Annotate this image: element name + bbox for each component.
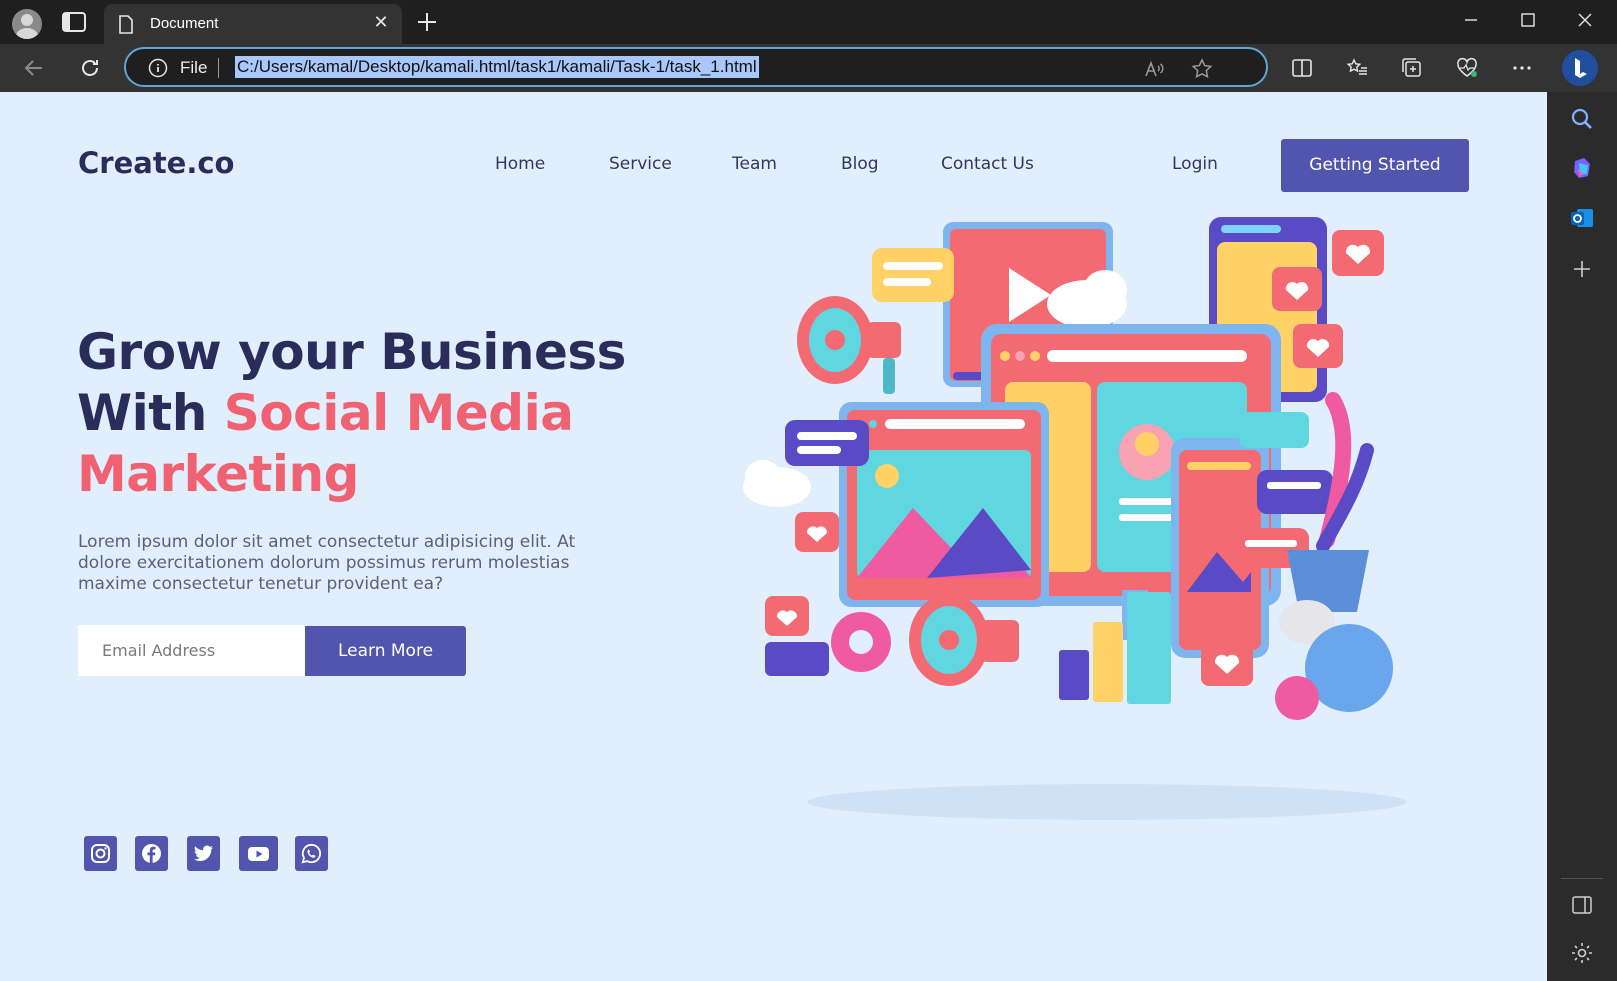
facebook-icon: [142, 844, 161, 863]
document-icon: [119, 15, 133, 34]
search-icon[interactable]: [1569, 106, 1595, 132]
email-field[interactable]: [78, 625, 306, 676]
favorites-icon[interactable]: [1345, 56, 1369, 80]
whatsapp-link[interactable]: [295, 836, 328, 871]
browser-tab[interactable]: Document ✕: [104, 4, 402, 44]
nav-blog[interactable]: Blog: [841, 154, 879, 174]
url-text[interactable]: C:/Users/kamal/Desktop/kamali.html/task1…: [235, 56, 759, 78]
sidebar-divider: [1561, 878, 1603, 879]
info-icon[interactable]: [148, 58, 168, 78]
twitter-icon: [194, 845, 213, 862]
outlook-icon[interactable]: [1569, 205, 1595, 231]
browser-essentials-icon[interactable]: [1455, 56, 1479, 80]
copilot-bing-icon[interactable]: [1561, 49, 1599, 87]
tab-title: Document: [150, 15, 219, 32]
hero-heading-plain: With: [77, 384, 224, 442]
edge-sidebar: [1547, 92, 1617, 981]
maximize-icon[interactable]: [1505, 4, 1551, 36]
more-options-icon[interactable]: [1510, 56, 1534, 80]
nav-contact-us[interactable]: Contact Us: [941, 154, 1034, 174]
social-media-illustration: [743, 217, 1407, 820]
favorite-star-icon[interactable]: [1190, 57, 1214, 81]
getting-started-button[interactable]: Getting Started: [1281, 139, 1469, 192]
address-scheme: File: [180, 58, 208, 77]
web-page: Create.co Home Service Team Blog Contact…: [0, 92, 1547, 981]
hero-heading-line-3: Marketing: [77, 445, 359, 503]
browser-toolbar: File C:/Users/kamal/Desktop/kamali.html/…: [0, 44, 1617, 92]
back-icon[interactable]: [22, 56, 46, 80]
whatsapp-icon: [301, 843, 321, 864]
address-separator: [218, 58, 219, 78]
tab-actions-icon[interactable]: [62, 12, 86, 32]
learn-more-button[interactable]: Learn More: [305, 626, 466, 676]
hero-heading: Grow your Business With Social Media Mar…: [77, 322, 626, 505]
hero-heading-highlight: Social Media: [223, 384, 574, 442]
new-tab-icon[interactable]: [414, 9, 440, 35]
tab-close-icon[interactable]: ✕: [372, 14, 390, 32]
hero-paragraph: Lorem ipsum dolor sit amet consectetur a…: [78, 532, 576, 594]
hide-sidebar-icon[interactable]: [1569, 892, 1595, 918]
youtube-link[interactable]: [239, 836, 278, 871]
settings-gear-icon[interactable]: [1569, 940, 1595, 966]
site-logo[interactable]: Create.co: [78, 146, 234, 180]
profile-avatar-icon[interactable]: [12, 9, 42, 39]
copilot-icon[interactable]: [1569, 155, 1595, 181]
window-close-icon[interactable]: [1562, 4, 1608, 36]
add-sidebar-app-icon[interactable]: [1569, 256, 1595, 282]
hero-heading-line-2: With Social Media: [77, 383, 626, 444]
twitter-link[interactable]: [187, 836, 220, 871]
nav-home[interactable]: Home: [495, 154, 545, 174]
instagram-link[interactable]: [84, 836, 117, 871]
nav-service[interactable]: Service: [609, 154, 672, 174]
browser-tab-bar: Document ✕: [0, 0, 1617, 44]
split-screen-icon[interactable]: [1290, 56, 1314, 80]
minimize-icon[interactable]: [1448, 4, 1494, 36]
facebook-link[interactable]: [135, 836, 168, 871]
youtube-icon: [248, 847, 269, 861]
hero-heading-line-1: Grow your Business: [77, 323, 626, 381]
instagram-icon: [91, 844, 110, 863]
address-bar[interactable]: File C:/Users/kamal/Desktop/kamali.html/…: [124, 47, 1268, 87]
collections-icon[interactable]: [1400, 56, 1424, 80]
login-link[interactable]: Login: [1172, 154, 1218, 174]
read-aloud-icon[interactable]: [1142, 57, 1166, 81]
refresh-icon[interactable]: [78, 56, 102, 80]
nav-team[interactable]: Team: [732, 154, 777, 174]
